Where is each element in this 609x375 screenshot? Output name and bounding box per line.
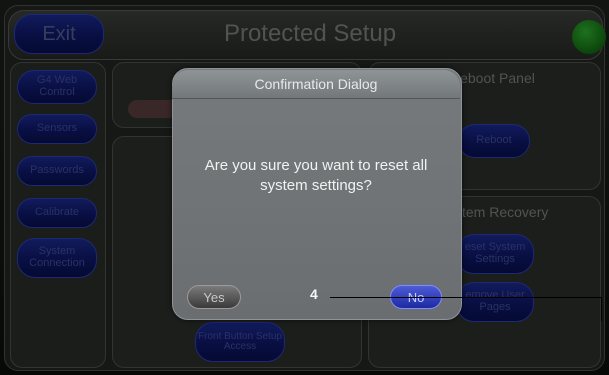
callout-line: [330, 297, 602, 298]
yes-button[interactable]: Yes: [187, 285, 241, 309]
callout-number: 4: [310, 286, 318, 302]
dialog-message: Are you sure you want to reset all syste…: [204, 157, 428, 194]
dialog-title: Confirmation Dialog: [172, 70, 460, 99]
callout-tick: [601, 297, 602, 321]
